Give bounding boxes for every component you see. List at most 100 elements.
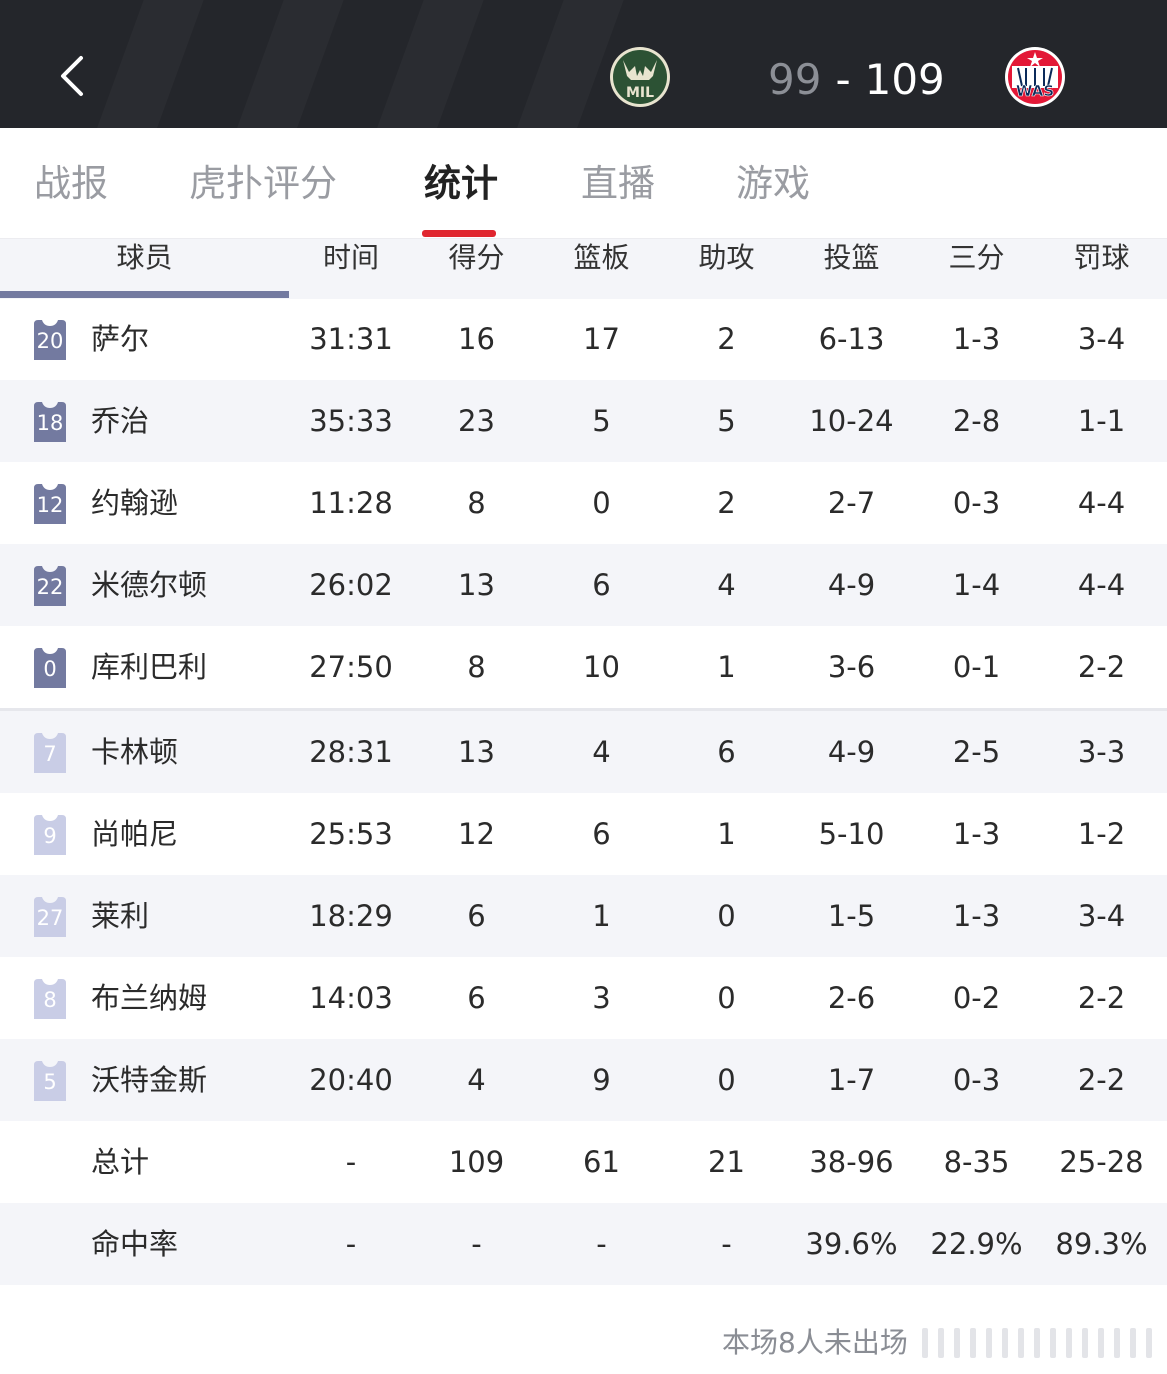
back-button[interactable]: [48, 48, 96, 108]
jersey-icon: 9: [32, 815, 68, 855]
stat-field-goals: 3-6: [827, 650, 876, 684]
player-name[interactable]: 乔治: [91, 400, 149, 442]
bench-row[interactable]: 8 布兰纳姆 14:03 6 3 0 2-6 0-2 2-2: [0, 957, 1167, 1039]
tab-rating[interactable]: 虎扑评分: [189, 160, 337, 208]
player-cell[interactable]: 18 乔治: [0, 380, 289, 462]
column-header-assists[interactable]: 助攻: [664, 239, 789, 295]
stat-three-pointers: 0-3: [952, 1063, 1001, 1097]
stat-three-pointers: 22.9%: [930, 1227, 1023, 1261]
stat-minutes: 28:31: [309, 735, 393, 769]
stat-three-pointers: 8-35: [943, 1145, 1010, 1179]
stat-assists: 2: [717, 486, 736, 520]
column-header-field-goals[interactable]: 投篮: [789, 239, 914, 295]
starter-row[interactable]: 20 萨尔 31:31 16 17 2 6-13 1-3 3-4: [0, 298, 1167, 380]
player-cell[interactable]: 20 萨尔: [0, 298, 289, 380]
jersey-number: 8: [43, 988, 57, 1012]
stat-assists: 6: [717, 735, 736, 769]
active-tab-indicator: [422, 230, 496, 237]
stat-field-goals: 4-9: [827, 568, 876, 602]
stat-points: 6: [467, 981, 486, 1015]
player-name[interactable]: 莱利: [91, 895, 149, 937]
stat-minutes: 25:53: [309, 817, 393, 851]
player-cell[interactable]: 7 卡林顿: [0, 711, 289, 793]
stat-points: -: [471, 1227, 482, 1261]
stat-free-throws: 3-3: [1077, 735, 1126, 769]
stat-minutes: 31:31: [309, 322, 393, 356]
watermark-bar: [1098, 1328, 1104, 1358]
stat-free-throws: 89.3%: [1055, 1227, 1148, 1261]
column-header-points[interactable]: 得分: [414, 239, 539, 295]
stat-rebounds: 6: [592, 817, 611, 851]
stat-rebounds: 10: [583, 650, 620, 684]
stat-three-pointers: 1-4: [952, 568, 1001, 602]
stat-three-pointers: 0-1: [952, 650, 1001, 684]
player-cell[interactable]: 12 约翰逊: [0, 462, 289, 544]
player-cell[interactable]: 27 莱利: [0, 875, 289, 957]
bench-row[interactable]: 27 莱利 18:29 6 1 0 1-5 1-3 3-4: [0, 875, 1167, 957]
bench-row[interactable]: 9 尚帕尼 25:53 12 6 1 5-10 1-3 1-2: [0, 793, 1167, 875]
bench-row[interactable]: 7 卡林顿 28:31 13 4 6 4-9 2-5 3-3: [0, 711, 1167, 793]
player-name[interactable]: 库利巴利: [91, 646, 207, 688]
stat-three-pointers: 0-3: [952, 486, 1001, 520]
stat-free-throws: 3-4: [1077, 322, 1126, 356]
watermark-bar: [1130, 1328, 1136, 1358]
stat-minutes: 18:29: [309, 899, 393, 933]
tab-stats[interactable]: 统计: [424, 160, 498, 208]
player-cell[interactable]: 0 库利巴利: [0, 626, 289, 708]
jersey-icon: 7: [32, 733, 68, 773]
stat-free-throws: 2-2: [1077, 1063, 1126, 1097]
stat-assists: 2: [717, 322, 736, 356]
jersey-icon: 27: [32, 897, 68, 937]
column-header-free-throws[interactable]: 罚球: [1039, 239, 1164, 295]
tab-live[interactable]: 直播: [581, 160, 655, 208]
watermark-bar: [1018, 1328, 1024, 1358]
player-name[interactable]: 卡林顿: [91, 731, 178, 773]
column-header-rebounds[interactable]: 篮板: [539, 239, 664, 295]
player-name[interactable]: 萨尔: [91, 318, 149, 360]
away-team-logo[interactable]: WAS: [1004, 46, 1066, 108]
player-name[interactable]: 米德尔顿: [91, 564, 207, 606]
player-cell[interactable]: 22 米德尔顿: [0, 544, 289, 626]
jersey-number: 12: [36, 493, 64, 517]
player-cell[interactable]: 5 沃特金斯: [0, 1039, 289, 1121]
player-cell[interactable]: 8 布兰纳姆: [0, 957, 289, 1039]
starter-row[interactable]: 12 约翰逊 11:28 8 0 2 2-7 0-3 4-4: [0, 462, 1167, 544]
column-header-minutes[interactable]: 时间: [290, 239, 412, 295]
stat-points: 6: [467, 899, 486, 933]
stat-free-throws: 2-2: [1077, 981, 1126, 1015]
jersey-icon: 0: [32, 648, 68, 688]
player-name[interactable]: 尚帕尼: [91, 813, 178, 855]
stat-points: 8: [467, 650, 486, 684]
stat-free-throws: 25-28: [1059, 1145, 1144, 1179]
player-name[interactable]: 沃特金斯: [91, 1059, 207, 1101]
jersey-number: 18: [36, 411, 64, 435]
tab-game[interactable]: 游戏: [736, 160, 810, 208]
column-header-player[interactable]: 球员: [0, 239, 289, 277]
stat-assists: 0: [717, 899, 736, 933]
column-header-three-pointers[interactable]: 三分: [914, 239, 1039, 295]
stat-assists: 4: [717, 568, 736, 602]
stat-minutes: 35:33: [309, 404, 393, 438]
stat-rebounds: 3: [592, 981, 611, 1015]
stat-free-throws: 2-2: [1077, 650, 1126, 684]
player-name[interactable]: 布兰纳姆: [91, 977, 207, 1019]
bench-row[interactable]: 5 沃特金斯 20:40 4 9 0 1-7 0-3 2-2: [0, 1039, 1167, 1121]
starter-row[interactable]: 22 米德尔顿 26:02 13 6 4 4-9 1-4 4-4: [0, 544, 1167, 626]
tab-report[interactable]: 战报: [34, 160, 108, 208]
starter-row[interactable]: 0 库利巴利 27:50 8 10 1 3-6 0-1 2-2: [0, 626, 1167, 708]
player-name[interactable]: 约翰逊: [91, 482, 178, 524]
jersey-icon: 8: [32, 979, 68, 1019]
stat-minutes: 26:02: [309, 568, 393, 602]
home-team-logo[interactable]: MIL: [609, 46, 671, 108]
stat-rebounds: 61: [583, 1145, 620, 1179]
stat-minutes: 11:28: [309, 486, 393, 520]
stat-free-throws: 3-4: [1077, 899, 1126, 933]
stat-field-goals: 1-7: [827, 1063, 876, 1097]
away-score: 109: [864, 55, 945, 104]
percentages-row: 命中率 - - - - 39.6% 22.9% 89.3%: [0, 1203, 1167, 1285]
starter-row[interactable]: 18 乔治 35:33 23 5 5 10-24 2-8 1-1: [0, 380, 1167, 462]
stat-points: 23: [458, 404, 495, 438]
jersey-number: 20: [36, 329, 64, 353]
did-not-play-note[interactable]: 本场8人未出场: [722, 1322, 908, 1364]
player-cell[interactable]: 9 尚帕尼: [0, 793, 289, 875]
